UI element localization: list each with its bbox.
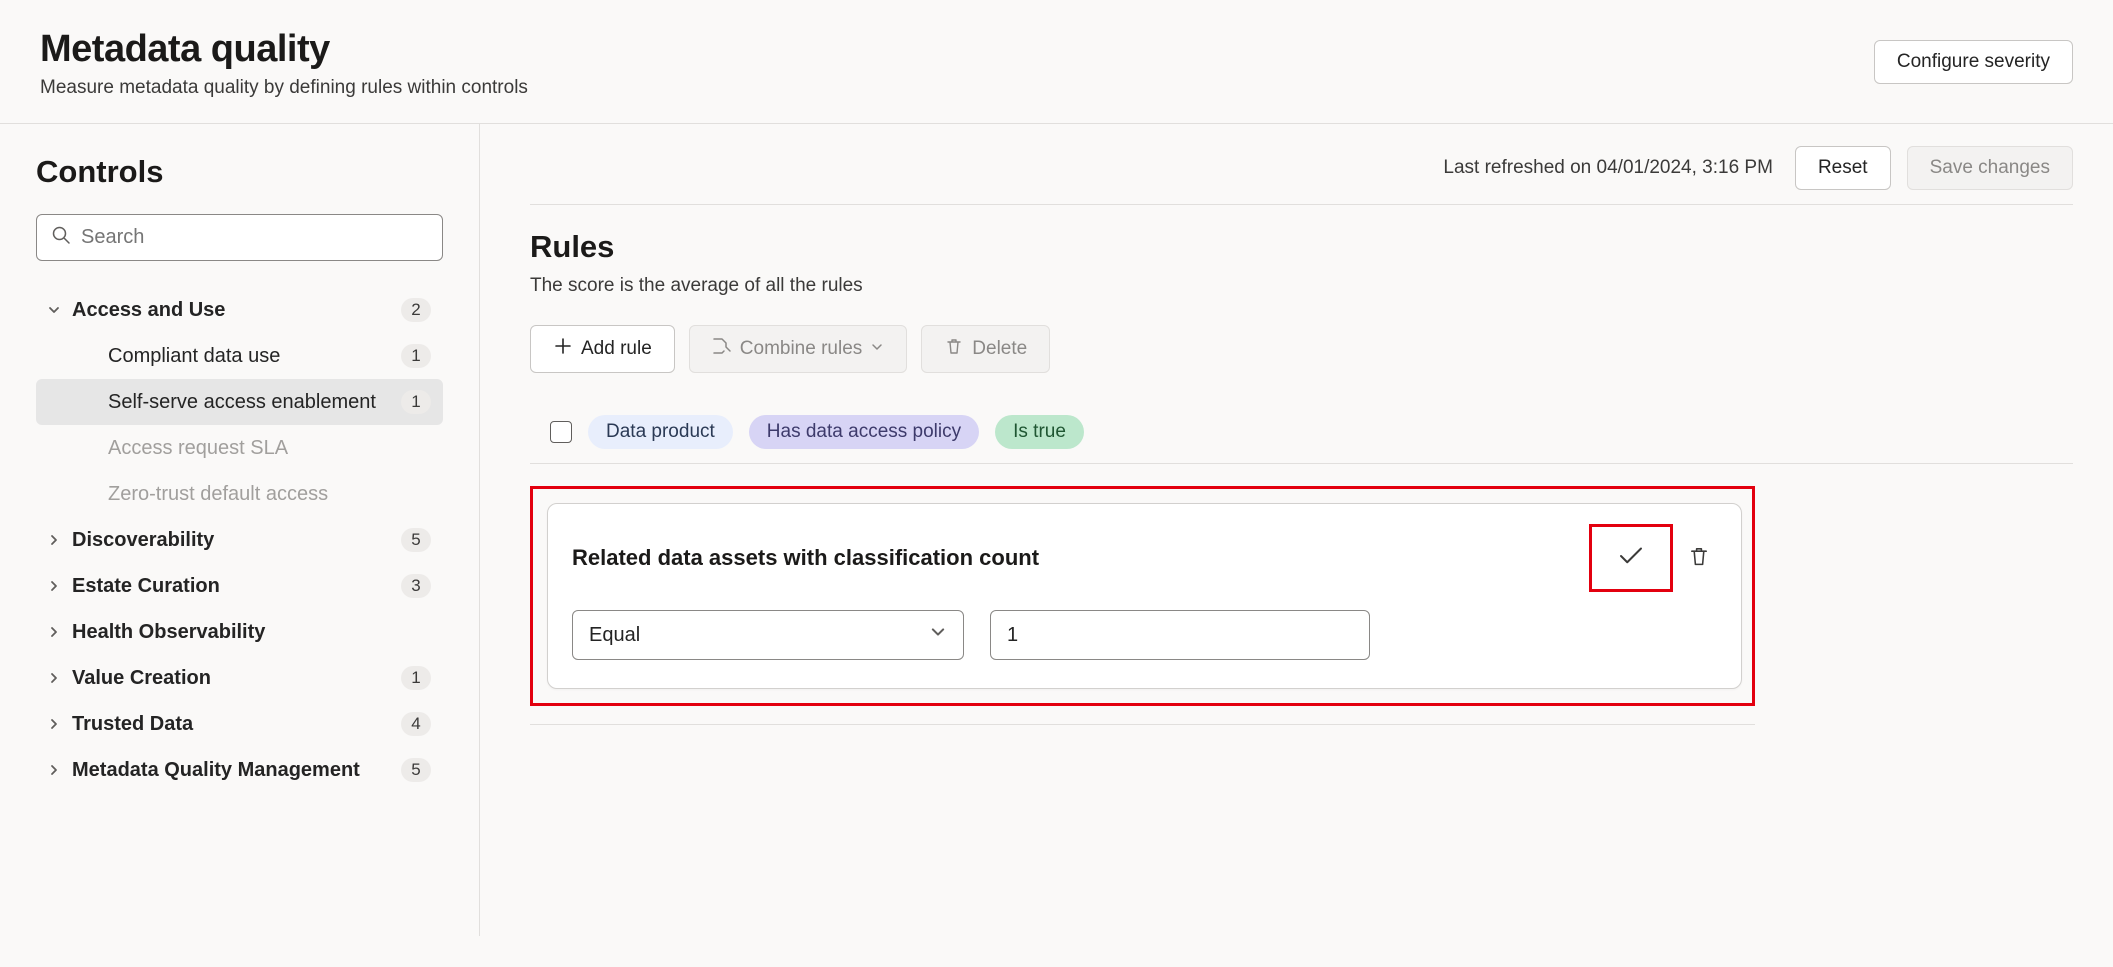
editor-highlight-box: Related data assets with classification … (530, 486, 1755, 706)
save-changes-button: Save changes (1907, 146, 2073, 190)
tree-group[interactable]: Estate Curation3 (36, 563, 443, 609)
search-input[interactable] (81, 226, 428, 249)
tree-group-label: Value Creation (72, 665, 401, 691)
page-subtitle: Measure metadata quality by defining rul… (40, 77, 528, 99)
rule-editor-card: Related data assets with classification … (547, 503, 1742, 689)
controls-sidebar: Controls Access and Use2Compliant data u… (0, 124, 480, 936)
last-refreshed: Last refreshed on 04/01/2024, 3:16 PM (1443, 157, 1773, 179)
tree-item: Zero-trust default access (36, 471, 443, 517)
sidebar-title: Controls (36, 154, 443, 190)
configure-severity-label: Configure severity (1897, 51, 2050, 73)
tree-group[interactable]: Trusted Data4 (36, 701, 443, 747)
tree-group-label: Discoverability (72, 527, 401, 553)
tree-group-label: Health Observability (72, 619, 431, 645)
chevron-down-icon (929, 623, 947, 647)
count-badge: 1 (401, 390, 431, 414)
delete-button: Delete (921, 325, 1050, 373)
pill-attribute: Has data access policy (749, 415, 979, 449)
rules-title: Rules (530, 229, 2073, 265)
tree-item-label: Zero-trust default access (108, 481, 431, 507)
tree-item-label: Compliant data use (108, 343, 401, 369)
value-input[interactable] (990, 610, 1370, 660)
trash-icon (1687, 544, 1711, 573)
count-badge: 4 (401, 712, 431, 736)
tree-group-label: Metadata Quality Management (72, 757, 401, 783)
combine-rules-button: Combine rules (689, 325, 908, 373)
operator-value: Equal (589, 624, 640, 647)
confirm-rule-button[interactable] (1589, 524, 1673, 592)
count-badge: 2 (401, 298, 431, 322)
tree-group[interactable]: Metadata Quality Management5 (36, 747, 443, 793)
count-badge: 1 (401, 344, 431, 368)
combine-icon (712, 336, 732, 362)
plus-icon (553, 336, 573, 362)
tree-item-label: Self-serve access enablement (108, 389, 401, 415)
editor-title: Related data assets with classification … (572, 545, 1039, 571)
rule-row[interactable]: Data product Has data access policy Is t… (530, 401, 2073, 464)
delete-label: Delete (972, 338, 1027, 360)
chevron-right-icon (44, 763, 64, 777)
tree-group[interactable]: Discoverability5 (36, 517, 443, 563)
rule-checkbox[interactable] (550, 421, 572, 443)
count-badge: 5 (401, 528, 431, 552)
chevron-right-icon (44, 579, 64, 593)
add-rule-label: Add rule (581, 338, 652, 360)
main-content: Last refreshed on 04/01/2024, 3:16 PM Re… (480, 124, 2113, 936)
action-row: Add rule Combine rules Delete (530, 325, 2073, 373)
tree-item: Access request SLA (36, 425, 443, 471)
search-field[interactable] (36, 214, 443, 261)
tree-group[interactable]: Health Observability (36, 609, 443, 655)
search-icon (51, 225, 71, 250)
chevron-right-icon (44, 671, 64, 685)
combine-rules-label: Combine rules (740, 338, 863, 360)
controls-tree: Access and Use2Compliant data use1Self-s… (36, 287, 443, 793)
tree-group-label: Access and Use (72, 297, 401, 323)
configure-severity-button[interactable]: Configure severity (1874, 40, 2073, 84)
tree-group-label: Estate Curation (72, 573, 401, 599)
rules-subtitle: The score is the average of all the rule… (530, 275, 2073, 297)
trash-icon (944, 336, 964, 362)
tree-group-label: Trusted Data (72, 711, 401, 737)
chevron-right-icon (44, 717, 64, 731)
delete-rule-button[interactable] (1681, 538, 1717, 579)
count-badge: 1 (401, 666, 431, 690)
operator-select[interactable]: Equal (572, 610, 964, 660)
tree-item[interactable]: Self-serve access enablement1 (36, 379, 443, 425)
pill-entity: Data product (588, 415, 733, 449)
reset-button[interactable]: Reset (1795, 146, 1891, 190)
chevron-down-icon (870, 338, 884, 360)
reset-label: Reset (1818, 157, 1868, 179)
chevron-right-icon (44, 533, 64, 547)
tree-item[interactable]: Compliant data use1 (36, 333, 443, 379)
page-header: Metadata quality Measure metadata qualit… (0, 0, 2113, 124)
tree-item-label: Access request SLA (108, 435, 431, 461)
count-badge: 5 (401, 758, 431, 782)
tree-group[interactable]: Value Creation1 (36, 655, 443, 701)
count-badge: 3 (401, 574, 431, 598)
pill-value: Is true (995, 415, 1084, 449)
checkmark-icon (1616, 541, 1646, 576)
chevron-down-icon (44, 303, 64, 317)
add-rule-button[interactable]: Add rule (530, 325, 675, 373)
topbar: Last refreshed on 04/01/2024, 3:16 PM Re… (530, 146, 2073, 190)
tree-group[interactable]: Access and Use2 (36, 287, 443, 333)
page-title: Metadata quality (40, 28, 528, 71)
chevron-right-icon (44, 625, 64, 639)
save-changes-label: Save changes (1930, 157, 2050, 179)
